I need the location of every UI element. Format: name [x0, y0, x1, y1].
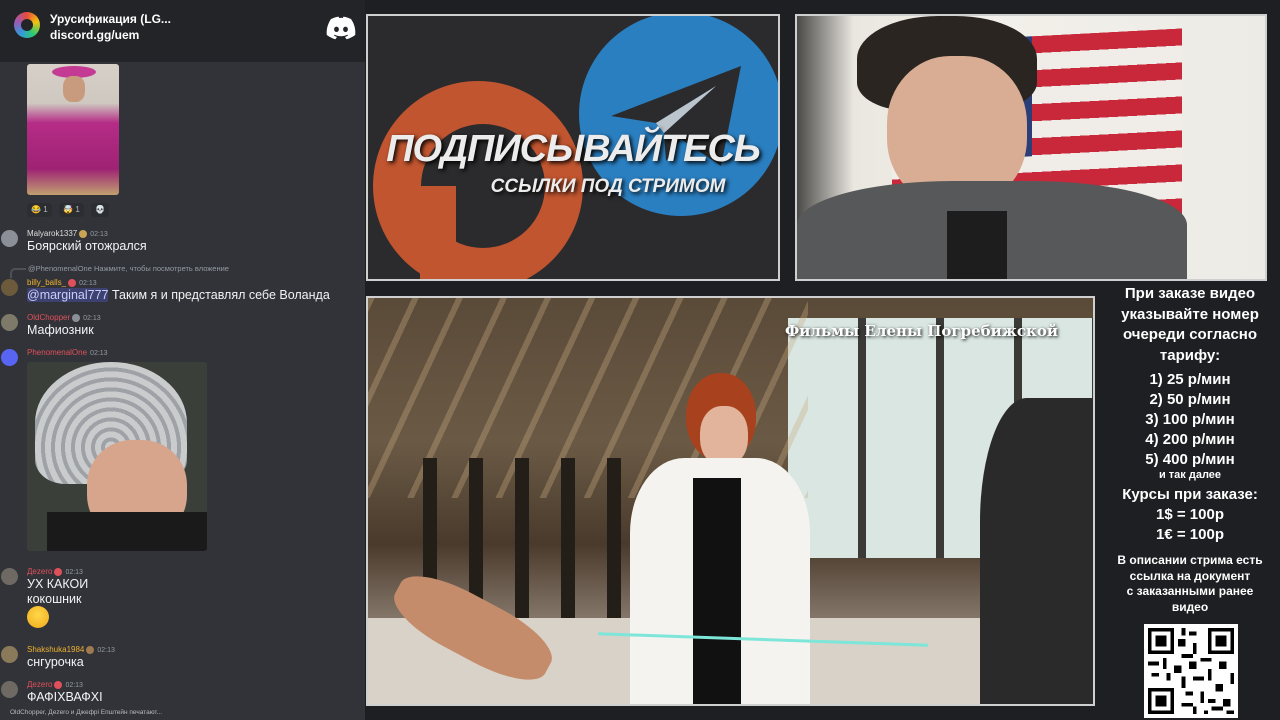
- discord-chat-overlay: Урусификация (LG... discord.gg/uem 😂 1 🤯…: [0, 0, 365, 720]
- tariff-item: 5) 400 р/мин: [1145, 451, 1235, 468]
- message-text: кокошник: [27, 592, 82, 606]
- avatar[interactable]: [1, 230, 18, 247]
- reaction-mindblown[interactable]: 🤯 1: [59, 203, 84, 217]
- discord-default-avatar-icon[interactable]: [1, 349, 18, 366]
- tariff-item: 4) 200 р/мин: [1145, 431, 1235, 448]
- message-text: ФАФІХВАФХІ: [27, 690, 103, 704]
- subscribe-promo-panel: ПОДПИСЫВАЙТЕСЬ ССЫЛКИ ПОД СТРИМОМ: [366, 14, 780, 281]
- server-name[interactable]: Урусификация (LG...: [50, 12, 171, 26]
- rates-list: 1$ = 100р 1€ = 100р: [1100, 505, 1280, 545]
- qr-code-icon: [1144, 624, 1238, 718]
- description-note: В описании стрима есть ссылка на докумен…: [1117, 553, 1263, 614]
- message-image-pink-suit[interactable]: [27, 64, 119, 195]
- message-text: Боярский отожрался: [27, 239, 147, 253]
- message-timestamp: 02:13: [65, 682, 83, 689]
- webcam-panel: [795, 14, 1267, 281]
- message-text: Мафиозник: [27, 323, 94, 337]
- avatar[interactable]: [1, 681, 18, 698]
- reaction-skull[interactable]: 💀: [91, 203, 110, 217]
- streamer-shirt: [947, 211, 1007, 279]
- laughing-emoji-icon: [27, 606, 49, 628]
- message-timestamp: 02:13: [90, 231, 108, 238]
- server-icon[interactable]: [14, 12, 40, 38]
- reaction-bar: 😂 1 🤯 1 💀: [27, 199, 112, 217]
- woman-face: [700, 406, 748, 466]
- avatar[interactable]: [1, 279, 18, 296]
- message-username[interactable]: billy_balls_: [27, 278, 66, 287]
- rates-title: Курсы при заказе:: [1122, 486, 1258, 503]
- message-username[interactable]: Дezero: [27, 680, 52, 689]
- reply-connector: [10, 268, 26, 278]
- tariff-item: 1) 25 р/мин: [1149, 371, 1231, 388]
- discord-logo-icon: [326, 16, 356, 40]
- order-info-panel: При заказе видео указывайте номер очеред…: [1100, 284, 1280, 615]
- promo-subtitle: ССЫЛКИ ПОД СТРИМОМ: [490, 176, 726, 197]
- tariff-item: 3) 100 р/мин: [1145, 411, 1235, 428]
- user-mention[interactable]: @marginal777: [27, 288, 109, 302]
- message-image-kokoshnik[interactable]: [27, 362, 207, 551]
- message-timestamp: 02:13: [65, 569, 83, 576]
- video-watermark: Фильмы Елены Погребижской: [785, 322, 1058, 340]
- rate-item: 1€ = 100р: [1156, 526, 1224, 543]
- message-text: снгурочка: [27, 655, 84, 669]
- video-playback-panel: Фильмы Елены Погребижской: [366, 296, 1095, 706]
- woman-right: [980, 398, 1093, 704]
- message-text: Таким я и представлял себе Воланда: [111, 288, 330, 302]
- reaction-laugh[interactable]: 😂 1: [27, 203, 52, 217]
- promo-title: ПОДПИСЫВАЙТЕСЬ: [386, 128, 761, 170]
- discord-header: Урусификация (LG... discord.gg/uem: [0, 0, 365, 62]
- message-username[interactable]: Shakshuka1984: [27, 645, 84, 654]
- avatar[interactable]: [1, 314, 18, 331]
- message-username[interactable]: Malyarok1337: [27, 229, 77, 238]
- tariff-etc: и так далее: [1158, 469, 1222, 481]
- order-instructions: При заказе видео указывайте номер очеред…: [1121, 285, 1259, 364]
- message-timestamp: 02:13: [83, 315, 101, 322]
- avatar[interactable]: [1, 568, 18, 585]
- server-invite-link[interactable]: discord.gg/uem: [50, 28, 139, 42]
- message-username[interactable]: OldChopper: [27, 313, 70, 322]
- rate-item: 1$ = 100р: [1156, 506, 1224, 523]
- message-username[interactable]: PhenomenalOne: [27, 348, 87, 357]
- message-timestamp: 02:13: [90, 350, 108, 357]
- woman-dress: [693, 478, 741, 704]
- message-username[interactable]: Дezero: [27, 567, 52, 576]
- typing-indicator: OldChopper, Дezero и Джефрі Епштейн печа…: [10, 709, 163, 716]
- tariff-item: 2) 50 р/мин: [1149, 391, 1231, 408]
- reply-preview[interactable]: @PhenomenalOne Нажмите, чтобы посмотреть…: [28, 264, 229, 273]
- message-text: УХ КАКОИ: [27, 577, 89, 591]
- message-timestamp: 02:13: [79, 280, 97, 287]
- avatar[interactable]: [1, 646, 18, 663]
- message-timestamp: 02:13: [97, 647, 115, 654]
- tariff-list: 1) 25 р/мин 2) 50 р/мин 3) 100 р/мин 4) …: [1100, 370, 1280, 470]
